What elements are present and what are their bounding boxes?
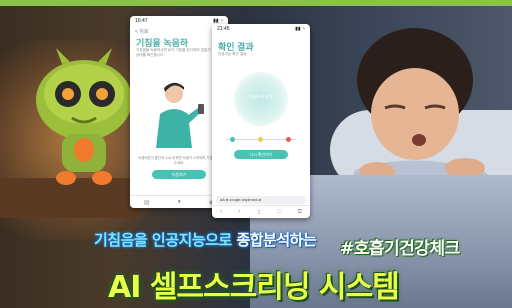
caption-rest: 종합분석하는 (231, 231, 317, 249)
record-button[interactable]: 녹음하기 (152, 170, 206, 179)
retry-button[interactable]: 다시 확인하기 (234, 150, 288, 159)
indicator-red-dot (286, 137, 291, 142)
browser-toolbar: ‹ › ⇪ □ ⧉ (212, 205, 310, 218)
top-accent-strip (0, 0, 512, 6)
result-indicator (226, 136, 296, 144)
phone-result-screen: 21:45 ▮▮ ◔ 확인 결과 인공지능 확인 결과 기침소리 분석 다시 확… (212, 24, 310, 218)
indicator-yellow-dot (258, 137, 263, 142)
person-coughing-illustration (156, 82, 204, 148)
browser-url-bar[interactable]: aA ● cough.vixplmed.ai (216, 196, 306, 204)
indicator-green-dot (230, 137, 235, 142)
tabs-icon[interactable]: ⧉ (298, 209, 302, 216)
caption-line-2: AI 셀프스크리닝 시스템 (108, 270, 400, 305)
signal-icon: ▮▮ ◔ (295, 26, 305, 32)
share-icon[interactable]: ⇪ (257, 209, 262, 216)
bedroom-photo: 10:47 ▮▮ ◔ < 뒤로 기침을 녹음하 기침음을 녹음하시면 AI가 기… (0, 0, 512, 308)
doc-icon[interactable]: ▤ (144, 199, 150, 206)
screen-title: 확인 결과 (218, 42, 254, 52)
analysis-circle-label: 기침소리 분석 (249, 94, 273, 99)
bookmark-icon[interactable]: □ (278, 209, 282, 215)
status-time: 10:47 (135, 18, 148, 24)
caption-line-1: 기침음을 인공지능으로 종합분석하는 (88, 228, 322, 252)
recording-hint: 녹음버튼이 빨간색 으로 바뀌면 녹음이 시작되며 기침을 해주세요. (138, 156, 220, 165)
forward-arrow-icon[interactable]: › (238, 209, 240, 215)
hashtag-caption: #호흡기건강체크 (340, 239, 460, 259)
screen-subtitle: 인공지능 확인 결과 (218, 52, 247, 56)
caption-highlight: 기침음을 인공지능으로 (94, 231, 232, 249)
status-time: 21:45 (217, 26, 230, 32)
back-arrow-icon[interactable]: ‹ (220, 209, 222, 215)
mic-icon[interactable]: ● (177, 199, 181, 205)
mascot-robot (36, 48, 132, 185)
